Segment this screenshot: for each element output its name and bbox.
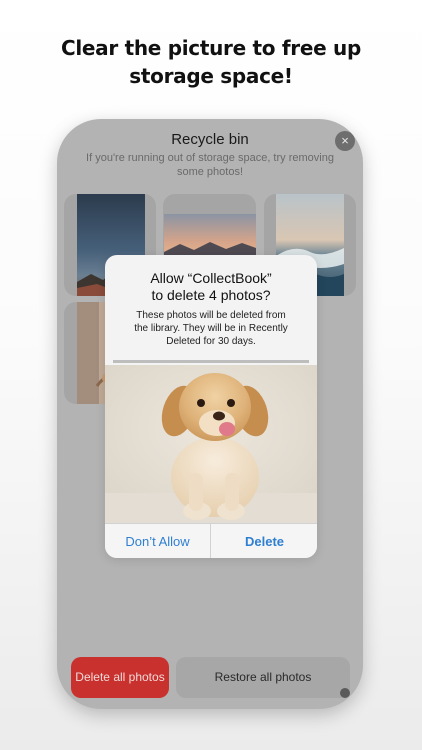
restore-all-photos-button[interactable]: Restore all photos xyxy=(176,657,350,698)
recycle-bin-subtitle: If you're running out of storage space, … xyxy=(75,151,345,179)
alert-message: These photos will be deleted from the li… xyxy=(115,309,307,348)
headline-line-2: storage space! xyxy=(129,64,293,88)
alert-button-separator xyxy=(210,524,211,558)
alert-actions: Don’t Allow Delete xyxy=(105,523,317,558)
subtitle-line-1: If you're running out of storage space, … xyxy=(86,152,334,164)
alert-title-line-1: Allow “CollectBook” xyxy=(150,270,272,286)
dont-allow-button[interactable]: Don’t Allow xyxy=(105,524,210,558)
headline: Clear the picture to free up storage spa… xyxy=(0,34,422,90)
alert-divider xyxy=(113,360,309,363)
puppy-photo xyxy=(105,365,317,523)
delete-all-photos-button[interactable]: Delete all photos xyxy=(71,657,169,698)
alert-message-line-2: the library. They will be in Recently xyxy=(134,323,288,334)
puppy-image xyxy=(105,365,317,523)
alert-title: Allow “CollectBook” to delete 4 photos? xyxy=(105,270,317,304)
alert-message-line-1: These photos will be deleted from xyxy=(136,310,286,321)
delete-button[interactable]: Delete xyxy=(212,524,317,558)
recycle-bin-title: Recycle bin xyxy=(171,131,249,148)
corner-handle-icon xyxy=(340,688,350,698)
headline-line-1: Clear the picture to free up xyxy=(60,36,362,60)
alert-title-line-2: to delete 4 photos? xyxy=(151,287,271,303)
close-icon[interactable]: × xyxy=(335,131,355,151)
subtitle-line-2: some photos! xyxy=(176,166,244,178)
delete-permission-alert: Allow “CollectBook” to delete 4 photos? … xyxy=(105,255,317,558)
alert-message-line-3: Deleted for 30 days. xyxy=(166,336,256,347)
